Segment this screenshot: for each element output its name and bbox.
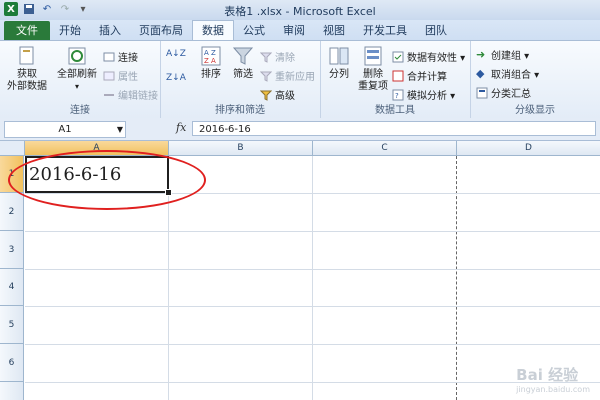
clear-filter-icon bbox=[260, 52, 272, 63]
fill-handle[interactable] bbox=[165, 189, 172, 196]
tab-page-layout[interactable]: 页面布局 bbox=[130, 21, 192, 40]
sort-button[interactable]: A ZZ A 排序 bbox=[196, 45, 226, 81]
gridline bbox=[25, 382, 600, 383]
group-sort-filter: A↓Z Z↓A A ZZ A 排序 筛选 清除 重新应用 高级 排序和筛选 bbox=[160, 41, 321, 118]
tab-view[interactable]: 视图 bbox=[314, 21, 354, 40]
group-label-connections: 连接 bbox=[70, 105, 90, 116]
data-validation-button[interactable]: 数据有效性 ▾ bbox=[392, 49, 465, 64]
chevron-down-icon[interactable]: ▼ bbox=[117, 122, 123, 137]
svg-text:A Z: A Z bbox=[204, 49, 216, 57]
watermark-logo: Bai 经验 jingyan.baidu.com bbox=[516, 366, 590, 394]
column-header-c[interactable]: C bbox=[313, 141, 457, 156]
what-if-icon: ? bbox=[392, 89, 404, 100]
properties-button[interactable]: 属性 bbox=[103, 68, 138, 83]
column-header-a[interactable]: A bbox=[25, 141, 169, 156]
ribbon: 获取 外部数据 全部刷新 ▾ 连接 属性 编辑链接 连接 A↓Z Z↓A A Z bbox=[0, 40, 600, 119]
row-header-6[interactable]: 6 bbox=[0, 344, 24, 382]
properties-icon bbox=[103, 71, 115, 80]
sort-descending-button[interactable]: Z↓A bbox=[166, 73, 186, 83]
group-outline: ➜ 创建组 ▾ ◆ 取消组合 ▾ 分类汇总 分级显示 bbox=[470, 41, 600, 118]
tab-file[interactable]: 文件 bbox=[4, 21, 50, 40]
subtotal-icon bbox=[476, 87, 488, 98]
what-if-analysis-button[interactable]: ? 模拟分析 ▾ bbox=[392, 87, 455, 102]
formula-bar: A1 ▼ fx 2016-6-16 bbox=[0, 118, 600, 141]
subtotal-button[interactable]: 分类汇总 bbox=[476, 85, 531, 100]
ungroup-icon: ◆ bbox=[476, 66, 485, 80]
gridline bbox=[25, 193, 600, 194]
cell-a1[interactable]: 2016-6-16 bbox=[25, 156, 169, 193]
group-connections: 获取 外部数据 全部刷新 ▾ 连接 属性 编辑链接 连接 bbox=[0, 41, 161, 118]
reapply-icon bbox=[260, 71, 272, 82]
tab-insert[interactable]: 插入 bbox=[90, 21, 130, 40]
connections-button[interactable]: 连接 bbox=[103, 49, 138, 64]
external-data-icon bbox=[19, 46, 34, 65]
gridline bbox=[25, 231, 600, 232]
reapply-button[interactable]: 重新应用 bbox=[260, 68, 315, 83]
ungroup-button[interactable]: ◆ 取消组合 ▾ bbox=[476, 66, 539, 81]
insert-function-icon[interactable]: fx bbox=[176, 121, 186, 134]
connections-icon bbox=[103, 52, 115, 61]
tab-data[interactable]: 数据 bbox=[192, 20, 234, 40]
tab-review[interactable]: 审阅 bbox=[274, 21, 314, 40]
column-header-d[interactable]: D bbox=[457, 141, 600, 156]
tab-home[interactable]: 开始 bbox=[50, 21, 90, 40]
sort-ascending-button[interactable]: A↓Z bbox=[166, 49, 186, 59]
group-plus-icon: ➜ bbox=[476, 47, 486, 61]
name-box[interactable]: A1 ▼ bbox=[4, 121, 126, 138]
text-to-columns-icon bbox=[329, 47, 349, 65]
title-bar: X ↶ ↷ ▾ 表格1 .xlsx - Microsoft Excel bbox=[0, 0, 600, 21]
group-label-data-tools: 数据工具 bbox=[375, 105, 415, 116]
sort-icon: A ZZ A bbox=[201, 46, 221, 66]
refresh-all-button[interactable]: 全部刷新 ▾ bbox=[54, 45, 100, 93]
text-to-columns-button[interactable]: 分列 bbox=[324, 45, 354, 81]
group-button[interactable]: ➜ 创建组 ▾ bbox=[476, 47, 529, 62]
advanced-filter-button[interactable]: 高级 bbox=[260, 87, 295, 102]
advanced-filter-icon bbox=[260, 90, 272, 101]
column-header-b[interactable]: B bbox=[169, 141, 313, 156]
ribbon-tabs: 文件 开始 插入 页面布局 数据 公式 审阅 视图 开发工具 团队 bbox=[0, 20, 600, 40]
row-header-7-partial[interactable] bbox=[0, 382, 24, 400]
row-header-4[interactable]: 4 bbox=[0, 269, 24, 306]
clear-filter-button[interactable]: 清除 bbox=[260, 49, 295, 64]
consolidate-button[interactable]: 合并计算 bbox=[392, 68, 447, 83]
remove-duplicates-button[interactable]: 删除 重复项 bbox=[356, 45, 390, 93]
row-header-5[interactable]: 5 bbox=[0, 306, 24, 344]
data-validation-icon bbox=[392, 51, 404, 62]
row-header-3[interactable]: 3 bbox=[0, 231, 24, 269]
row-header-1[interactable]: 1 bbox=[0, 156, 24, 193]
row-header-2[interactable]: 2 bbox=[0, 193, 24, 231]
gridline bbox=[25, 269, 600, 270]
tab-team[interactable]: 团队 bbox=[416, 21, 456, 40]
consolidate-icon bbox=[392, 70, 404, 81]
gridline bbox=[25, 306, 600, 307]
tab-formulas[interactable]: 公式 bbox=[234, 21, 274, 40]
gridline bbox=[25, 344, 600, 345]
group-label-sort-filter: 排序和筛选 bbox=[215, 105, 265, 116]
worksheet-grid[interactable]: A B C D 1 2 3 4 5 6 2016-6-16 Bai 经验 jin… bbox=[0, 141, 600, 400]
remove-duplicates-icon bbox=[364, 46, 382, 66]
svg-text:?: ? bbox=[395, 92, 399, 100]
window-title: 表格1 .xlsx - Microsoft Excel bbox=[224, 5, 376, 18]
chevron-down-icon: ▾ bbox=[74, 82, 79, 91]
group-label-outline: 分级显示 bbox=[515, 105, 555, 116]
group-data-tools: 分列 删除 重复项 数据有效性 ▾ 合并计算 ? 模拟分析 ▾ 数据工具 bbox=[320, 41, 471, 118]
filter-icon bbox=[232, 47, 254, 65]
refresh-icon bbox=[68, 47, 86, 65]
edit-links-button[interactable]: 编辑链接 bbox=[103, 87, 158, 102]
svg-text:Z A: Z A bbox=[204, 57, 216, 65]
filter-button[interactable]: 筛选 bbox=[228, 45, 258, 81]
link-icon bbox=[104, 93, 114, 96]
select-all-corner[interactable] bbox=[0, 141, 25, 156]
formula-input[interactable]: 2016-6-16 bbox=[192, 121, 596, 136]
tab-developer[interactable]: 开发工具 bbox=[354, 21, 416, 40]
get-external-data-button[interactable]: 获取 外部数据 bbox=[4, 45, 50, 93]
